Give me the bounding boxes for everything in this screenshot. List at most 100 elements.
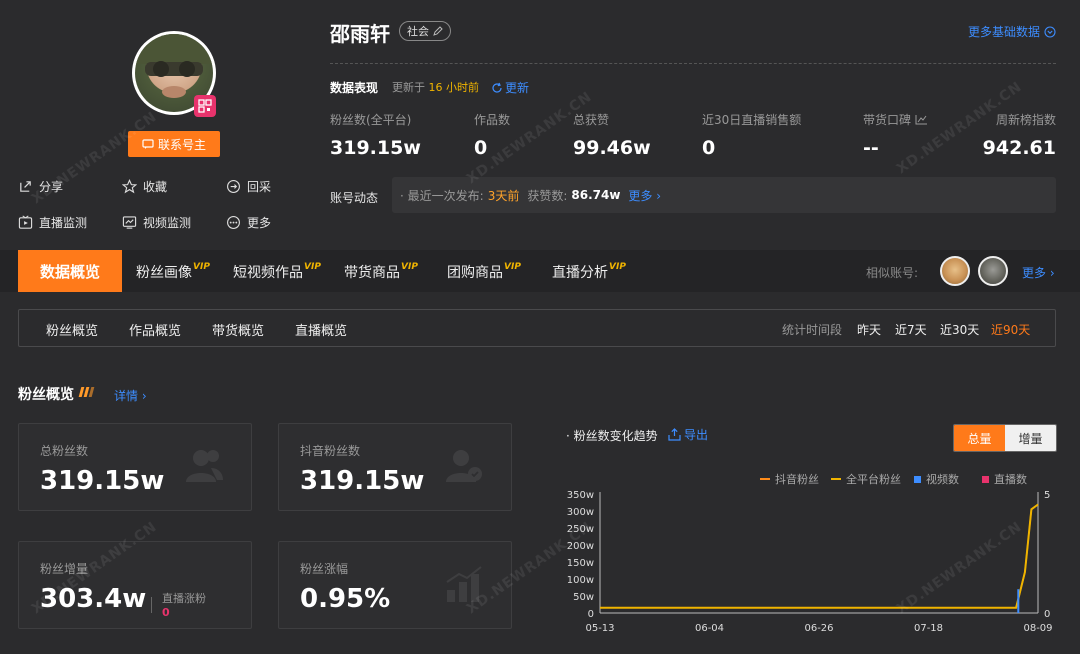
category-tag[interactable]: 社会 — [399, 21, 451, 41]
period-7-days[interactable]: 近7天 — [895, 321, 927, 338]
recollect-icon — [227, 180, 240, 193]
fans-trend-chart: 050w100w150w200w250w300w350w0505-13 06-04… — [567, 490, 1053, 634]
recollect-button[interactable]: 回采 — [226, 178, 271, 195]
account-name: 邵雨轩 — [330, 22, 390, 46]
qr-code-icon[interactable] — [194, 95, 216, 117]
details-link[interactable]: 详情 › — [114, 387, 147, 404]
vip-badge: VIP — [304, 262, 321, 272]
similar-account-avatar[interactable] — [940, 256, 970, 286]
refresh-label: 更新 — [505, 81, 530, 95]
likes-value: 86.74w — [571, 188, 621, 202]
divider — [151, 597, 152, 613]
y-tick-label-right: 5 — [1044, 490, 1050, 501]
chart-title: · 粉丝数变化趋势 — [566, 429, 658, 443]
card-value: 319.15w — [40, 466, 165, 496]
live-fans-value: 0 — [162, 606, 170, 619]
more-basic-data-link[interactable]: 更多基础数据 — [968, 23, 1056, 40]
tab-group-buy[interactable]: 团购商品 VIP — [447, 262, 521, 282]
contact-owner-button[interactable]: 联系号主 — [128, 131, 220, 157]
stat-value-reputation: -- — [863, 137, 879, 159]
divider — [330, 63, 1056, 64]
dynamics-box: · 最近一次发布: 3天前 获赞数: 86.74w 更多 › — [392, 177, 1056, 213]
card-label: 粉丝涨幅 — [300, 562, 349, 576]
card-value: 319.15w — [300, 466, 425, 496]
section-decoration-icon — [78, 387, 95, 397]
total-increment-toggle: 总量 增量 — [953, 424, 1057, 452]
subtab-fans-overview[interactable]: 粉丝概览 — [46, 320, 98, 339]
edit-icon — [433, 26, 443, 36]
legend-swatch — [831, 478, 841, 480]
users-check-icon — [446, 450, 482, 482]
tab-label: 粉丝画像 — [136, 265, 192, 281]
x-tick-label: 07-18 — [914, 623, 943, 634]
updated-info: 更新于 16 小时前 — [392, 79, 479, 95]
toggle-increment[interactable]: 增量 — [1005, 425, 1056, 451]
subtab-live-overview[interactable]: 直播概览 — [295, 320, 347, 339]
watermark-text: XD.NEWRANK.CN — [893, 78, 1026, 178]
vip-badge: VIP — [504, 262, 521, 272]
updated-prefix: 更新于 — [392, 81, 425, 94]
tab-data-overview[interactable]: 数据概览 — [18, 250, 122, 292]
live-monitor-button[interactable]: 直播监测 — [18, 214, 87, 231]
export-button[interactable]: 导出 — [668, 426, 708, 443]
video-monitor-icon — [122, 216, 137, 229]
y-tick-label: 150w — [567, 558, 594, 569]
video-monitor-label: 视频监测 — [143, 216, 192, 230]
refresh-button[interactable]: 更新 — [491, 79, 529, 96]
subtab-sales-overview[interactable]: 带货概览 — [212, 320, 264, 339]
tab-label: 短视频作品 — [233, 265, 303, 281]
stat-value-likes: 99.46w — [573, 137, 651, 159]
legend-swatch — [760, 478, 770, 480]
subtab-works-overview[interactable]: 作品概览 — [129, 320, 181, 339]
similar-more-link[interactable]: 更多 › — [1022, 264, 1055, 281]
stat-value-fans: 319.15w — [330, 137, 421, 159]
card-value: 0.95% — [300, 584, 391, 614]
last-publish-value: 3天前 — [487, 188, 520, 203]
x-tick-label: 06-26 — [804, 623, 833, 634]
period-30-days[interactable]: 近30天 — [940, 321, 979, 338]
trend-chart-icon[interactable] — [915, 114, 928, 125]
dynamics-label: 账号动态 — [330, 191, 379, 205]
category-tag-label: 社会 — [407, 25, 429, 38]
last-publish-label: · 最近一次发布: — [400, 188, 484, 203]
section-title: 粉丝概览 — [18, 387, 74, 403]
period-90-days[interactable]: 近90天 — [991, 321, 1030, 338]
vip-badge: VIP — [193, 262, 210, 272]
tab-products[interactable]: 带货商品 VIP — [344, 262, 418, 282]
stat-card-fans-increase: 粉丝增量 303.4w 直播涨粉 0 — [18, 541, 252, 629]
video-monitor-button[interactable]: 视频监测 — [122, 214, 191, 231]
stat-label-fans: 粉丝数(全平台) — [330, 113, 412, 127]
more-actions-label: 更多 — [247, 216, 272, 230]
likes-label: 获赞数: — [527, 188, 568, 203]
vip-badge: VIP — [609, 262, 626, 272]
dynamics-more-link[interactable]: 更多 › — [628, 187, 661, 204]
card-label: 抖音粉丝数 — [300, 444, 361, 458]
favorite-button[interactable]: 收藏 — [122, 178, 167, 195]
updated-time: 16 小时前 — [428, 81, 480, 94]
stat-label-live-sales: 近30日直播销售额 — [702, 113, 802, 127]
toggle-total[interactable]: 总量 — [954, 425, 1005, 451]
more-actions-button[interactable]: 更多 — [226, 214, 271, 231]
period-yesterday[interactable]: 昨天 — [857, 321, 881, 338]
y-tick-label: 300w — [567, 507, 594, 518]
similar-account-avatar[interactable] — [978, 256, 1008, 286]
similar-accounts-label: 相似账号: — [866, 266, 919, 280]
stat-label-newrank-index: 周新榜指数 — [995, 113, 1056, 127]
tab-short-videos[interactable]: 短视频作品 VIP — [233, 262, 321, 282]
stat-card-fans-growth-rate: 粉丝涨幅 0.95% — [278, 541, 512, 629]
tab-live-analysis[interactable]: 直播分析 VIP — [552, 262, 626, 282]
live-monitor-icon — [18, 215, 33, 229]
export-label: 导出 — [684, 428, 709, 442]
tab-fans-profile[interactable]: 粉丝画像 VIP — [136, 262, 210, 282]
stat-value-works: 0 — [474, 137, 488, 159]
contact-owner-label: 联系号主 — [157, 137, 206, 152]
series-bar — [1017, 589, 1020, 613]
more-basic-data-label: 更多基础数据 — [967, 25, 1040, 39]
star-icon — [122, 179, 137, 194]
stat-value-newrank-index: 942.61 — [982, 137, 1056, 159]
favorite-label: 收藏 — [143, 180, 168, 194]
tab-label: 团购商品 — [447, 265, 503, 281]
stat-label-reputation-wrap: 带货口碑 — [863, 111, 928, 128]
tab-label: 带货商品 — [344, 265, 400, 281]
y-tick-label: 0 — [588, 609, 594, 620]
